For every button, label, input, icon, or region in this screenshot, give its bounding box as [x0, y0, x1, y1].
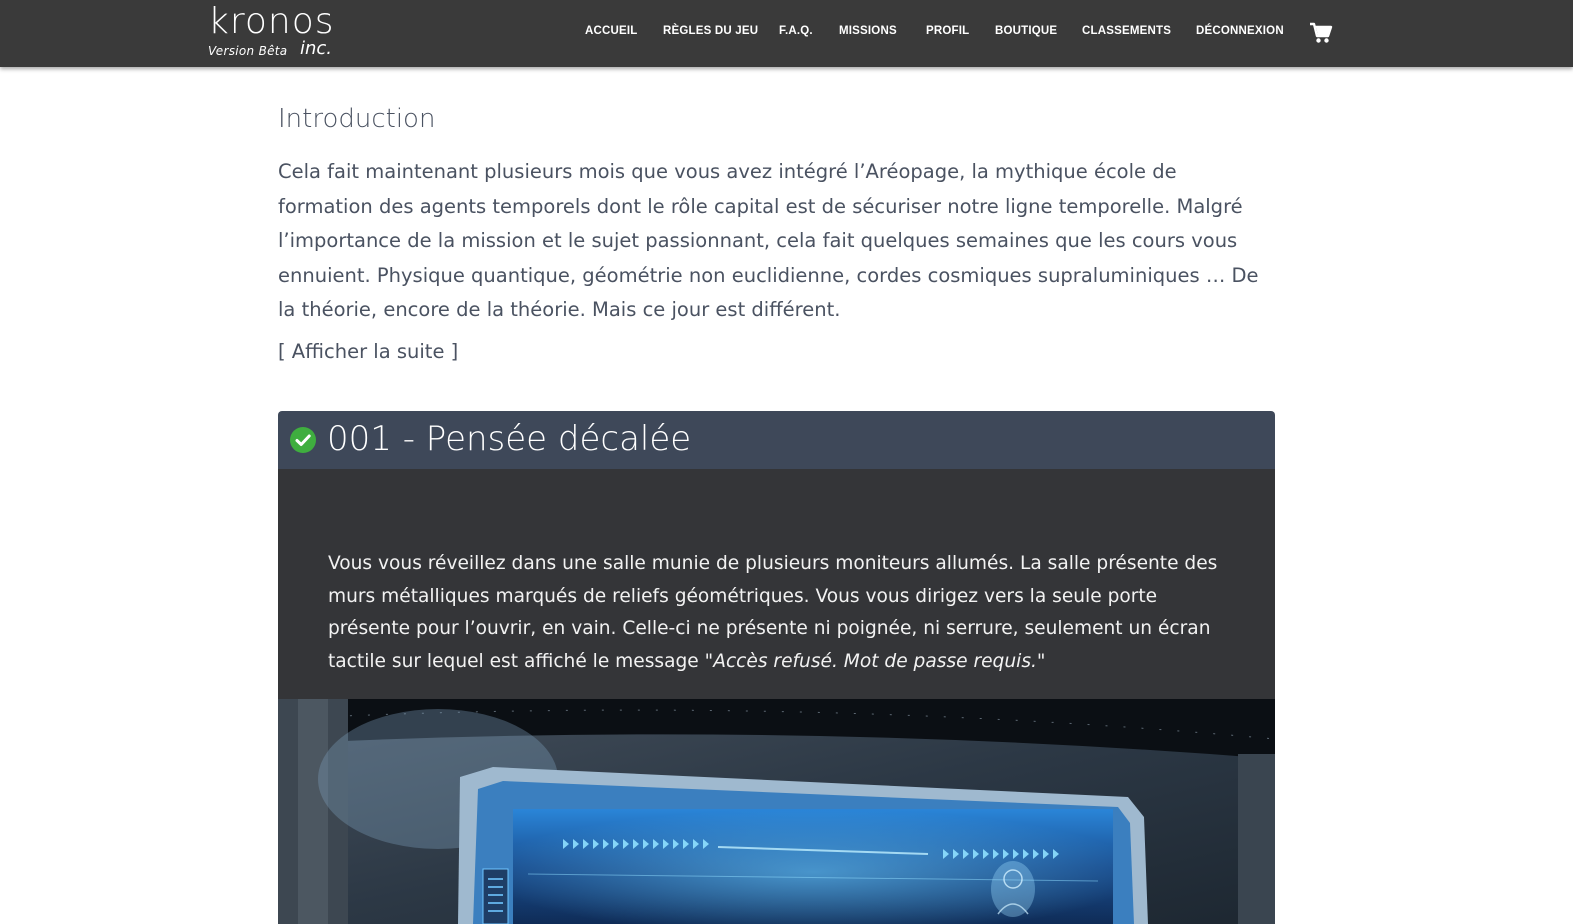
check-circle-icon [290, 427, 316, 453]
main-nav: ACCUEIL RÈGLES DU JEU F.A.Q. MISSIONS PR… [0, 0, 1573, 67]
mission-text-end: " [1036, 650, 1046, 672]
show-more-link[interactable]: [ Afficher la suite ] [278, 340, 458, 363]
top-navbar: kronos Version Bêta inc. ACCUEIL RÈGLES … [0, 0, 1573, 67]
intro-title: Introduction [278, 104, 436, 134]
intro-text: Cela fait maintenant plusieurs mois que … [278, 160, 1259, 321]
mission-body: Vous vous réveillez dans une salle munie… [278, 469, 1275, 699]
mission-illustration [278, 699, 1275, 924]
nav-boutique[interactable]: BOUTIQUE [995, 25, 1057, 37]
mission-text: Vous vous réveillez dans une salle munie… [328, 548, 1228, 678]
nav-classements[interactable]: CLASSEMENTS [1082, 25, 1171, 37]
mission-header[interactable]: 001 - Pensée décalée [278, 411, 1275, 469]
shopping-cart-icon[interactable] [1309, 22, 1333, 44]
scifi-door-screen-illustration [278, 699, 1275, 924]
nav-missions[interactable]: MISSIONS [839, 25, 897, 37]
nav-faq[interactable]: F.A.Q. [779, 25, 813, 37]
nav-regles-du-jeu[interactable]: RÈGLES DU JEU [663, 25, 758, 37]
mission-text-emphasis: Accès refusé. Mot de passe requis. [713, 650, 1037, 672]
nav-deconnexion[interactable]: DÉCONNEXION [1196, 25, 1284, 37]
mission-title: 001 - Pensée décalée [327, 419, 692, 459]
nav-profil[interactable]: PROFIL [926, 25, 969, 37]
nav-accueil[interactable]: ACCUEIL [585, 25, 638, 37]
